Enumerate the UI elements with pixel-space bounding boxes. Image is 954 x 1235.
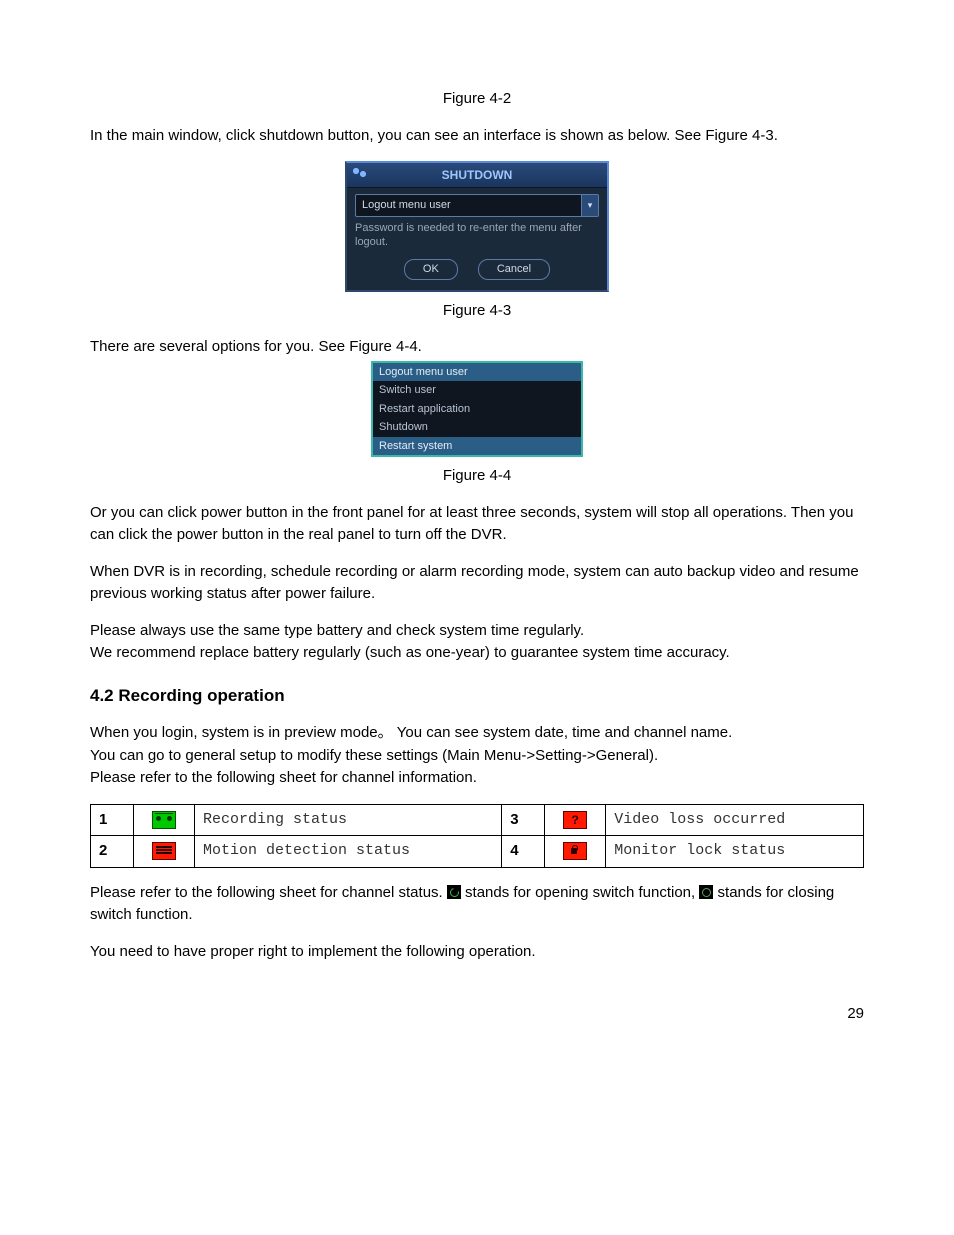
motion-detection-icon xyxy=(152,842,176,860)
cell-icon-1 xyxy=(134,804,195,836)
cell-num-1: 1 xyxy=(91,804,134,836)
dropdown-arrow-icon: ▾ xyxy=(581,195,598,216)
section-4-2-heading: 4.2 Recording operation xyxy=(90,683,864,709)
cancel-button: Cancel xyxy=(478,259,550,280)
paragraph-preview-mode: When you login, system is in preview mod… xyxy=(90,722,864,790)
open-switch-icon xyxy=(447,885,461,899)
page-number: 29 xyxy=(90,1003,864,1026)
recording-status-icon xyxy=(152,811,176,829)
figure-4-4-caption: Figure 4-4 xyxy=(90,465,864,488)
text-span: stands for opening switch function, xyxy=(461,884,699,901)
paragraph-intro: In the main window, click shutdown butto… xyxy=(90,125,864,148)
option-switch-user: Switch user xyxy=(373,381,581,400)
shutdown-options-menu: Logout menu user Switch user Restart app… xyxy=(371,361,583,458)
shutdown-dialog-figure: SHUTDOWN Logout menu user ▾ Password is … xyxy=(345,161,609,292)
ok-button: OK xyxy=(404,259,458,280)
option-restart-system: Restart system xyxy=(373,437,581,456)
cell-icon-4 xyxy=(545,836,606,868)
shutdown-selected-label: Logout menu user xyxy=(356,195,581,216)
cell-icon-2 xyxy=(134,836,195,868)
cell-icon-3 xyxy=(545,804,606,836)
table-row: 2 Motion detection status 4 Monitor lock… xyxy=(91,836,864,868)
shutdown-option-select: Logout menu user ▾ xyxy=(355,194,599,217)
option-shutdown: Shutdown xyxy=(373,418,581,437)
cell-num-2: 2 xyxy=(91,836,134,868)
cell-desc-2: Motion detection status xyxy=(195,836,502,868)
paragraph-options: There are several options for you. See F… xyxy=(90,336,864,359)
cell-desc-3: Video loss occurred xyxy=(606,804,864,836)
paragraph-power-button: Or you can click power button in the fro… xyxy=(90,502,864,547)
paragraph-battery: Please always use the same type battery … xyxy=(90,620,864,665)
cell-desc-4: Monitor lock status xyxy=(606,836,864,868)
video-loss-icon xyxy=(563,811,587,829)
shutdown-hint: Password is needed to re-enter the menu … xyxy=(355,221,599,250)
cell-desc-1: Recording status xyxy=(195,804,502,836)
figure-4-3-caption: Figure 4-3 xyxy=(90,300,864,323)
table-row: 1 Recording status 3 Video loss occurred xyxy=(91,804,864,836)
option-logout: Logout menu user xyxy=(373,363,581,382)
paragraph-auto-backup: When DVR is in recording, schedule recor… xyxy=(90,561,864,606)
close-switch-icon xyxy=(699,885,713,899)
channel-info-table: 1 Recording status 3 Video loss occurred… xyxy=(90,804,864,868)
cell-num-4: 4 xyxy=(502,836,545,868)
monitor-lock-icon xyxy=(563,842,587,860)
cell-num-3: 3 xyxy=(502,804,545,836)
paragraph-channel-status: Please refer to the following sheet for … xyxy=(90,882,864,927)
option-restart-app: Restart application xyxy=(373,400,581,419)
shutdown-title: SHUTDOWN xyxy=(347,163,607,188)
text-span: Please refer to the following sheet for … xyxy=(90,884,447,901)
paragraph-proper-right: You need to have proper right to impleme… xyxy=(90,941,864,964)
figure-4-2-caption: Figure 4-2 xyxy=(90,88,864,111)
